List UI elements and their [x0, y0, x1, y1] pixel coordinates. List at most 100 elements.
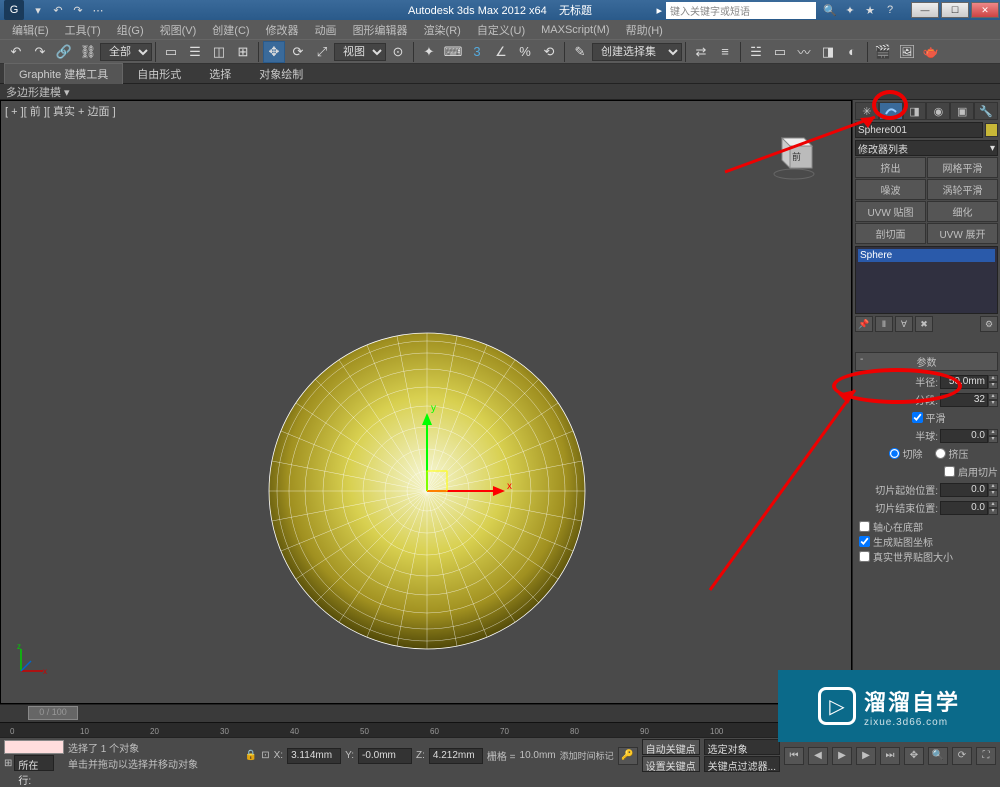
- object-name-field[interactable]: [855, 122, 983, 138]
- mod-noise[interactable]: 噪波: [855, 179, 926, 200]
- select-move-icon[interactable]: ✥: [263, 41, 285, 63]
- panel-tab-motion[interactable]: ◉: [926, 102, 950, 120]
- qat-redo-icon[interactable]: ↷: [69, 2, 87, 18]
- configure-sets-icon[interactable]: ⚙: [980, 316, 998, 332]
- viewport[interactable]: [ + ][ 前 ][ 真实 + 边面 ]: [0, 100, 852, 704]
- key-mode-icon[interactable]: 🔑: [618, 747, 638, 765]
- menu-modifiers[interactable]: 修改器: [258, 22, 307, 38]
- play-icon[interactable]: ▶: [832, 747, 852, 765]
- radius-spin-down[interactable]: ▾: [988, 382, 998, 389]
- hemi-input[interactable]: [940, 429, 988, 443]
- viewcube[interactable]: 前: [764, 128, 820, 184]
- goto-end-icon[interactable]: ⏭: [880, 747, 900, 765]
- ribbon-toggle-icon[interactable]: ▭: [769, 41, 791, 63]
- time-tag-area[interactable]: 添加时间标记: [560, 749, 614, 762]
- time-slider-thumb[interactable]: 0 / 100: [28, 706, 78, 720]
- comm-icon[interactable]: ✦: [841, 2, 859, 18]
- spinner-snap-icon[interactable]: ⟲: [538, 41, 560, 63]
- menu-tools[interactable]: 工具(T): [57, 22, 109, 38]
- qat-more-icon[interactable]: ⋯: [89, 2, 107, 18]
- curve-editor-icon[interactable]: 〰: [793, 41, 815, 63]
- minimize-button[interactable]: —: [911, 2, 939, 18]
- set-key-button[interactable]: 设置关键点: [642, 756, 700, 772]
- render-setup-icon[interactable]: 🎬: [872, 41, 894, 63]
- menu-customize[interactable]: 自定义(U): [469, 22, 533, 38]
- gen-map-checkbox[interactable]: [859, 536, 870, 547]
- menu-animation[interactable]: 动画: [307, 22, 345, 38]
- mod-uvwunwrap[interactable]: UVW 展开: [927, 223, 998, 244]
- select-name-icon[interactable]: ☰: [184, 41, 206, 63]
- link-icon[interactable]: 🔗: [53, 41, 75, 63]
- y-coord-field[interactable]: [358, 748, 412, 764]
- ref-coord-system[interactable]: 视图: [334, 43, 386, 61]
- modifier-stack[interactable]: Sphere: [855, 246, 998, 314]
- base-pivot-checkbox[interactable]: [859, 521, 870, 532]
- modifier-list-dropdown[interactable]: 修改器列表▾: [855, 140, 998, 156]
- prev-frame-icon[interactable]: ◀: [808, 747, 828, 765]
- help-search-input[interactable]: 键入关键字或短语: [666, 2, 816, 19]
- favorite-icon[interactable]: ★: [861, 2, 879, 18]
- show-end-result-icon[interactable]: Ⅱ: [875, 316, 893, 332]
- panel-tab-display[interactable]: ▣: [950, 102, 974, 120]
- goto-start-icon[interactable]: ⏮: [784, 747, 804, 765]
- auto-key-button[interactable]: 自动关键点: [642, 739, 700, 755]
- manipulate-icon[interactable]: ✦: [418, 41, 440, 63]
- maximize-button[interactable]: ☐: [941, 2, 969, 18]
- keyboard-icon[interactable]: ⌨: [442, 41, 464, 63]
- nav-zoom-icon[interactable]: 🔍: [928, 747, 948, 765]
- help-icon[interactable]: ?: [881, 2, 899, 18]
- make-unique-icon[interactable]: ∀: [895, 316, 913, 332]
- isolate-icon[interactable]: ⊡: [261, 750, 269, 761]
- menu-edit[interactable]: 编辑(E): [4, 22, 57, 38]
- menu-rendering[interactable]: 渲染(R): [416, 22, 469, 38]
- stack-item-sphere[interactable]: Sphere: [858, 249, 995, 262]
- remove-mod-icon[interactable]: ✖: [915, 316, 933, 332]
- slice-to-input[interactable]: [940, 501, 988, 515]
- panel-tab-create[interactable]: ✳: [855, 102, 879, 120]
- select-region-icon[interactable]: ◫: [208, 41, 230, 63]
- menu-group[interactable]: 组(G): [109, 22, 152, 38]
- location-field[interactable]: 所在行:: [14, 755, 54, 771]
- nav-max-icon[interactable]: ⛶: [976, 747, 996, 765]
- x-coord-field[interactable]: [287, 748, 341, 764]
- render-icon[interactable]: 🫖: [920, 41, 942, 63]
- panel-tab-modify[interactable]: [879, 102, 903, 120]
- rollout-parameters[interactable]: -参数: [855, 352, 998, 371]
- ribbon-tab-selection[interactable]: 选择: [195, 64, 245, 84]
- percent-snap-icon[interactable]: %: [514, 41, 536, 63]
- mod-tessellate[interactable]: 细化: [927, 201, 998, 222]
- select-scale-icon[interactable]: ⤢: [311, 41, 333, 63]
- menu-grapheditors[interactable]: 图形编辑器: [345, 22, 416, 38]
- z-coord-field[interactable]: [429, 748, 483, 764]
- title-play-icon[interactable]: ▸: [656, 4, 662, 17]
- use-center-icon[interactable]: ⊙: [387, 41, 409, 63]
- edit-named-sel-icon[interactable]: ✎: [569, 41, 591, 63]
- window-crossing-icon[interactable]: ⊞: [232, 41, 254, 63]
- align-icon[interactable]: ≡: [714, 41, 736, 63]
- track-bar-top[interactable]: [4, 740, 64, 754]
- squash-radio[interactable]: [935, 448, 946, 459]
- select-rotate-icon[interactable]: ⟳: [287, 41, 309, 63]
- panel-tab-hierarchy[interactable]: ◨: [903, 102, 927, 120]
- segments-spin-up[interactable]: ▴: [988, 393, 998, 400]
- mod-turbosmooth[interactable]: 涡轮平滑: [927, 179, 998, 200]
- key-filters-button[interactable]: 关键点过滤器...: [704, 756, 780, 772]
- ribbon-tab-objectpaint[interactable]: 对象绘制: [245, 64, 317, 84]
- slice-from-input[interactable]: [940, 483, 988, 497]
- radius-spin-up[interactable]: ▴: [988, 375, 998, 382]
- radius-input[interactable]: [940, 375, 988, 389]
- render-frame-icon[interactable]: 🖼: [896, 41, 918, 63]
- pin-stack-icon[interactable]: 📌: [855, 316, 873, 332]
- nav-orbit-icon[interactable]: ⟳: [952, 747, 972, 765]
- unlink-icon[interactable]: ⛓: [77, 41, 99, 63]
- smooth-checkbox[interactable]: [912, 412, 923, 423]
- selection-filter[interactable]: 全部: [100, 43, 152, 61]
- close-button[interactable]: ✕: [971, 2, 999, 18]
- key-target-dropdown[interactable]: 选定对象: [704, 739, 780, 755]
- ribbon-tab-freeform[interactable]: 自由形式: [123, 64, 195, 84]
- menu-help[interactable]: 帮助(H): [618, 22, 671, 38]
- app-logo[interactable]: G: [4, 0, 24, 20]
- redo-icon[interactable]: ↷: [29, 41, 51, 63]
- angle-snap-icon[interactable]: ∠: [490, 41, 512, 63]
- mod-uvwmap[interactable]: UVW 贴图: [855, 201, 926, 222]
